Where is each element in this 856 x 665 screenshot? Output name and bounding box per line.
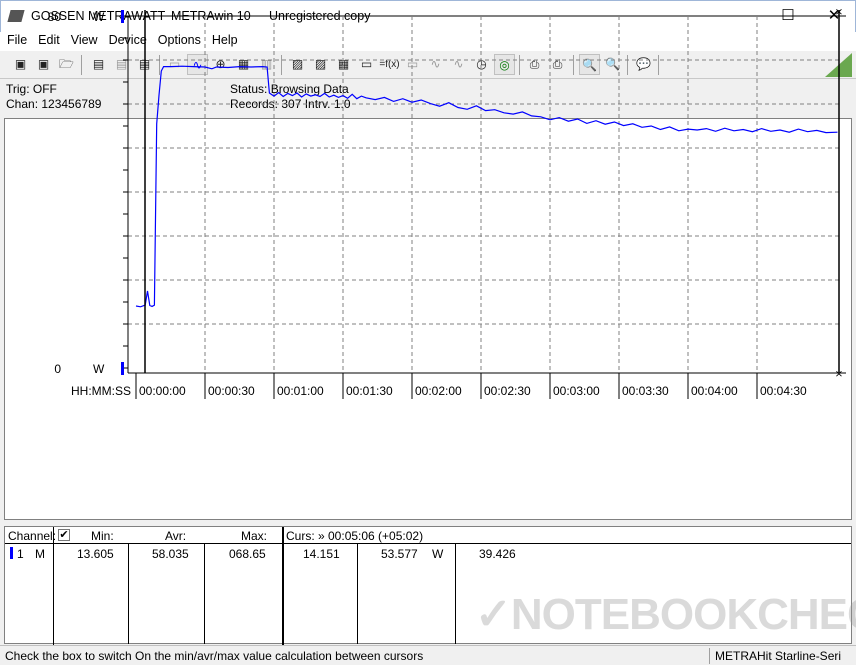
minmax-checkbox[interactable]: ✔ [58,529,70,541]
watermark-logo: ✓NOTEBOOKCHECK [475,589,856,640]
bottom-marker[interactable] [121,362,124,375]
x-tick-label: 00:02:00 [415,384,462,398]
cursor-2-handle-bottom-icon[interactable]: ⨯ [835,369,843,380]
row-curs2: 53.577 [381,547,418,561]
power-chart[interactable]: 80 W 0 W HH:MM:SS 00:00:00 00:00:30 00:01:… [1,1,849,403]
row-max: 068.65 [229,547,266,561]
statistics-table: Channel: ✔ Min: Avr: Max: Curs: » 00:05:… [4,526,856,645]
series-line [135,65,838,308]
row-min: 13.605 [77,547,114,561]
x-tick-label: 00:01:30 [346,384,393,398]
x-tick-label: 00:00:00 [139,384,186,398]
watermark-text: NOTEBOOKCHECK [510,590,856,639]
chart-panel: 80 W 0 W HH:MM:SS 00:00:00 00:00:30 00:01:… [4,7,852,520]
x-tick-label: 00:00:30 [208,384,255,398]
channel-color-marker [10,547,13,559]
channel-header: Channel: [8,529,57,543]
cursor-2-handle-icon[interactable]: ⨯ [835,7,843,18]
y-top-label: 80 [48,10,62,24]
row-curs3: 39.426 [479,547,516,561]
status-bar: Check the box to switch On the min/avr/m… [0,645,856,665]
y-unit-bottom: W [93,362,105,376]
status-hint: Check the box to switch On the min/avr/m… [5,649,424,663]
status-device: METRAHit Starline-Seri [715,649,842,663]
x-axis-label: HH:MM:SS [71,384,131,398]
row-channel: 1 [17,547,24,561]
y-unit-top: W [93,10,105,24]
max-header: Max: [241,529,268,543]
x-tick-label: 00:04:00 [691,384,738,398]
x-tick-label: 00:03:30 [622,384,669,398]
avr-header: Avr: [165,529,187,543]
min-header: Min: [91,529,114,543]
x-tick-label: 00:04:30 [760,384,807,398]
cursor-header: Curs: » 00:05:06 (+05:02) [286,529,424,543]
row-unit: W [432,547,444,561]
x-tick-label: 00:03:00 [553,384,600,398]
x-tick-label: 00:01:00 [277,384,324,398]
x-tick-label: 00:02:30 [484,384,531,398]
row-avr: 58.035 [152,547,189,561]
row-curs1: 14.151 [303,547,340,561]
row-mode: M [35,547,45,561]
top-marker[interactable] [121,10,124,23]
y-bottom-label: 0 [54,362,61,376]
